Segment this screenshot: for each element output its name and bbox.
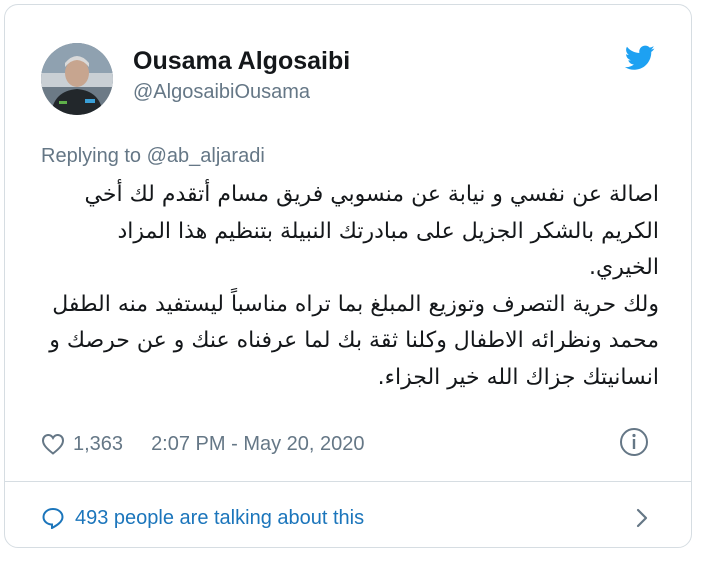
- tweet-paragraph: ولك حرية التصرف وتوزيع المبلغ بما تراه م…: [49, 291, 659, 390]
- reply-target-link[interactable]: @ab_aljaradi: [147, 145, 265, 167]
- tweet-meta: 1,363 2:07 PM - May 20, 2020: [41, 427, 659, 459]
- heart-icon[interactable]: [41, 433, 65, 455]
- author-name[interactable]: Ousama Algosaibi: [133, 47, 350, 76]
- author-handle[interactable]: @AlgosaibiOusama: [133, 81, 310, 104]
- chevron-right-icon[interactable]: [635, 507, 649, 529]
- talking-count-text[interactable]: 493 people are talking about this: [75, 507, 364, 530]
- tweet-text: اصالة عن نفسي و نيابة عن منسوبي فريق مسا…: [41, 177, 659, 396]
- replying-to: Replying to @ab_aljaradi: [41, 145, 265, 168]
- avatar[interactable]: [41, 43, 113, 115]
- tweet-timestamp[interactable]: 2:07 PM - May 20, 2020: [151, 433, 364, 456]
- info-icon[interactable]: [619, 427, 649, 457]
- conversation-link[interactable]: 493 people are talking about this: [41, 503, 659, 533]
- tweet-paragraph: اصالة عن نفسي و نيابة عن منسوبي فريق مسا…: [84, 182, 659, 280]
- divider: [5, 481, 691, 482]
- like-count[interactable]: 1,363: [73, 433, 123, 456]
- avatar-photo: [41, 43, 113, 115]
- twitter-bird-icon[interactable]: [625, 45, 655, 71]
- comment-icon: [42, 507, 64, 529]
- tweet-card: Ousama Algosaibi @AlgosaibiOusama Replyi…: [4, 4, 692, 548]
- replying-prefix: Replying to: [41, 145, 147, 167]
